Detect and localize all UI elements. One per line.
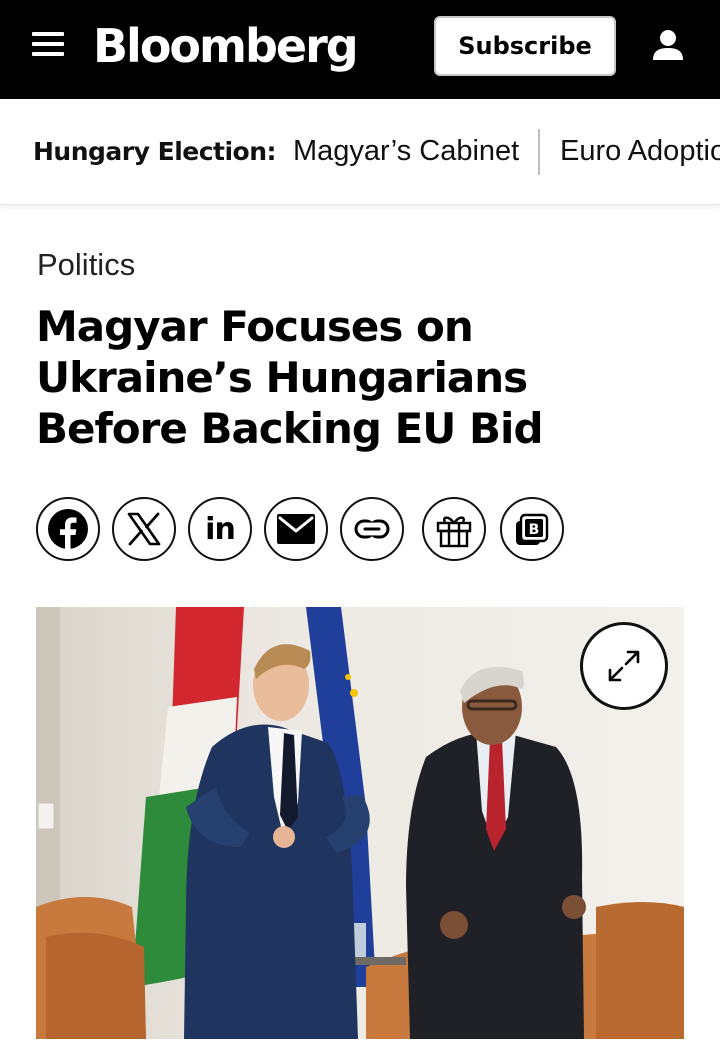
article-kicker[interactable]: Politics	[37, 247, 135, 283]
menu-line	[32, 32, 64, 36]
bloomberg-logo[interactable]: Bloomberg	[93, 18, 359, 74]
copy-link-button[interactable]	[340, 497, 404, 561]
headline-line: Magyar Focuses on	[36, 302, 474, 351]
bloomberg-b-icon: B	[516, 513, 549, 545]
facebook-icon	[48, 509, 88, 550]
headline-line: Before Backing EU Bid	[36, 404, 544, 453]
hamburger-menu-icon[interactable]	[32, 32, 64, 62]
share-x-button[interactable]	[112, 497, 176, 561]
article-headline: Magyar Focuses on Ukraine’s Hungarians B…	[36, 301, 686, 454]
top-navigation-bar: Bloomberg Subscribe	[0, 0, 720, 99]
subscribe-button[interactable]: Subscribe	[434, 16, 616, 76]
expand-image-button[interactable]	[580, 622, 668, 710]
share-email-button[interactable]	[264, 497, 328, 561]
menu-line	[32, 52, 64, 56]
topic-navigation-bar: Hungary Election: Magyar’s Cabinet Euro …	[0, 99, 720, 205]
gift-icon	[436, 516, 472, 548]
bloomberg-save-button[interactable]: B	[500, 497, 564, 561]
gift-article-button[interactable]	[422, 497, 486, 561]
share-linkedin-button[interactable]: in	[188, 497, 252, 561]
menu-line	[32, 42, 64, 46]
topic-link-euro-adoption[interactable]: Euro Adoption	[560, 135, 720, 168]
headline-line: Ukraine’s Hungarians	[36, 353, 528, 402]
email-icon	[277, 514, 315, 544]
topic-link-magyars-cabinet[interactable]: Magyar’s Cabinet	[293, 135, 519, 168]
topic-divider	[538, 129, 540, 175]
linkedin-icon: in	[205, 511, 236, 547]
link-icon	[354, 519, 390, 539]
bloomberg-b-letter: B	[529, 522, 540, 538]
user-icon[interactable]	[648, 26, 688, 66]
topic-label: Hungary Election:	[33, 137, 277, 166]
x-icon	[127, 512, 161, 546]
expand-icon	[608, 650, 640, 682]
share-facebook-button[interactable]	[36, 497, 100, 561]
